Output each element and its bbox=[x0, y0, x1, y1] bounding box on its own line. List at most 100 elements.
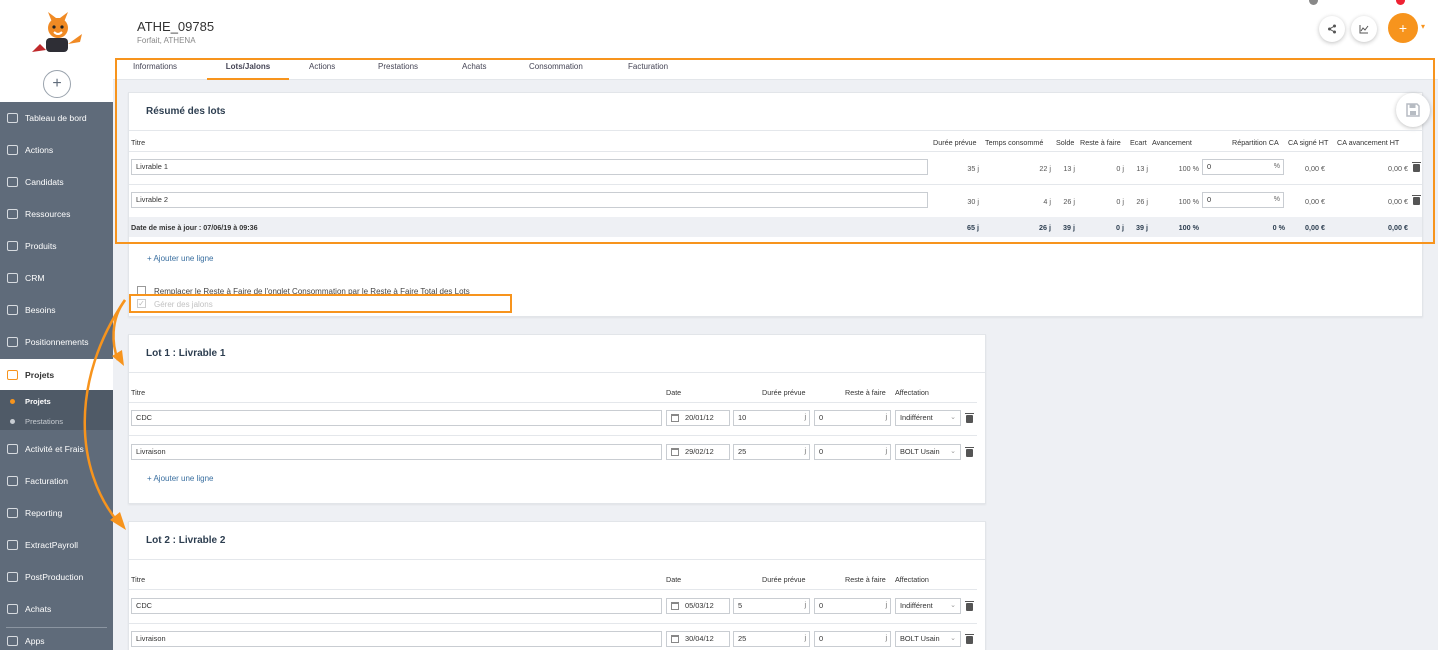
dot-icon bbox=[10, 419, 15, 424]
lot-2-card: Lot 2 : Livrable 2 Titre Date Durée prév… bbox=[128, 521, 986, 650]
temps-consomme-value: 4 j bbox=[1043, 197, 1051, 206]
repartition-input[interactable]: 0% bbox=[1202, 192, 1284, 208]
reste-value: 0 j bbox=[1116, 164, 1124, 173]
share-icon bbox=[1328, 24, 1336, 34]
trash-icon[interactable] bbox=[965, 601, 974, 611]
chevron-down-icon[interactable]: ▾ bbox=[1421, 22, 1425, 31]
trash-icon[interactable] bbox=[1412, 195, 1421, 205]
trash-icon[interactable] bbox=[965, 634, 974, 644]
help-icon[interactable] bbox=[1309, 0, 1318, 5]
jalon-title-input[interactable]: CDC bbox=[131, 410, 662, 426]
repartition-input[interactable]: 0% bbox=[1202, 159, 1284, 175]
reste-input[interactable]: 0j bbox=[814, 444, 891, 460]
col-titre: Titre bbox=[131, 388, 146, 397]
subnav-item-prestations[interactable]: Prestations bbox=[0, 412, 113, 432]
duree-input[interactable]: 25 j bbox=[733, 631, 810, 647]
col-avancement: Avancement bbox=[1152, 138, 1192, 147]
sidebar-item-tableau-de-bord[interactable]: Tableau de bord bbox=[0, 108, 113, 128]
add-button[interactable]: + bbox=[43, 70, 71, 98]
sidebar-item-positionnements[interactable]: Positionnements bbox=[0, 332, 113, 352]
last-update-label: Date de mise à jour : 07/06/19 à 09:36 bbox=[131, 223, 258, 232]
trash-icon[interactable] bbox=[965, 413, 974, 423]
sidebar-item-facturation[interactable]: Facturation bbox=[0, 471, 113, 491]
total-solde: 39 j bbox=[1063, 223, 1075, 232]
lot-title-input[interactable]: Livrable 1 bbox=[131, 159, 928, 175]
lot-title-input[interactable]: Livrable 2 bbox=[131, 192, 928, 208]
manage-jalons-label: Gérer des jalons bbox=[154, 300, 213, 309]
reste-value: 0 j bbox=[1116, 197, 1124, 206]
sidebar-item-produits[interactable]: Produits bbox=[0, 236, 113, 256]
reste-input[interactable]: 0j bbox=[814, 410, 891, 426]
chevron-down-icon: ⌄ bbox=[950, 448, 956, 455]
pin-icon bbox=[7, 337, 18, 347]
add-line-link[interactable]: + Ajouter une ligne bbox=[147, 254, 214, 263]
affectation-select[interactable]: BOLT Usain ⌄ bbox=[895, 631, 961, 647]
replace-raf-checkbox[interactable] bbox=[137, 286, 146, 295]
save-button[interactable] bbox=[1396, 93, 1430, 127]
date-input[interactable]: 29/02/12 bbox=[666, 444, 730, 460]
sidebar-item-besoins[interactable]: Besoins bbox=[0, 300, 113, 320]
duree-input[interactable]: 10 j bbox=[733, 410, 810, 426]
sidebar-item-activite-et-frais[interactable]: Activité et Frais bbox=[0, 439, 113, 459]
stats-button[interactable] bbox=[1351, 16, 1377, 42]
page-subtitle: Forfait, ATHENA bbox=[137, 36, 196, 45]
tab-lots-jalons[interactable]: Lots/Jalons bbox=[207, 58, 289, 80]
col-titre: Titre bbox=[131, 575, 146, 584]
subnav-item-projets[interactable]: Projets bbox=[0, 392, 113, 412]
solde-value: 13 j bbox=[1063, 164, 1075, 173]
ca-signe-value: 0,00 € bbox=[1305, 164, 1325, 173]
projets-subnav: Projets Prestations bbox=[0, 390, 113, 430]
create-button[interactable]: + bbox=[1388, 13, 1418, 43]
sidebar-item-extractpayroll[interactable]: ExtractPayroll bbox=[0, 535, 113, 555]
reste-input[interactable]: 0j bbox=[814, 598, 891, 614]
total-ca-avancement: 0,00 € bbox=[1388, 223, 1408, 232]
calendar-icon bbox=[671, 414, 679, 422]
sidebar-item-candidats[interactable]: Candidats bbox=[0, 172, 113, 192]
col-ca-signe-ht: CA signé HT bbox=[1288, 138, 1329, 147]
affectation-select[interactable]: Indifférent ⌄ bbox=[895, 410, 961, 426]
sidebar-item-achats[interactable]: Achats bbox=[0, 599, 113, 619]
col-duree-prevue: Durée prévue bbox=[762, 388, 806, 397]
notification-icon[interactable] bbox=[1396, 0, 1405, 5]
col-ca-avancement-ht: CA avancement HT bbox=[1337, 138, 1400, 147]
jalon-title-input[interactable]: Livraison bbox=[131, 444, 662, 460]
calendar-icon bbox=[671, 602, 679, 610]
divider bbox=[129, 559, 985, 560]
col-duree-prevue: Durée prévue bbox=[762, 575, 806, 584]
add-line-link[interactable]: + Ajouter une ligne bbox=[147, 474, 214, 483]
sidebar-item-postproduction[interactable]: PostProduction bbox=[0, 567, 113, 587]
trash-icon[interactable] bbox=[965, 447, 974, 457]
tab-achats[interactable]: Achats bbox=[462, 58, 486, 80]
duree-input[interactable]: 5j bbox=[733, 598, 810, 614]
briefcase-icon bbox=[7, 370, 18, 380]
date-input[interactable]: 20/01/12 bbox=[666, 410, 730, 426]
tab-facturation[interactable]: Facturation bbox=[628, 58, 668, 80]
sidebar-item-actions[interactable]: Actions bbox=[0, 140, 113, 160]
sidebar-item-crm[interactable]: CRM bbox=[0, 268, 113, 288]
share-button[interactable] bbox=[1319, 16, 1345, 42]
affectation-select[interactable]: Indifférent ⌄ bbox=[895, 598, 961, 614]
manage-jalons-checkbox[interactable]: ✓ bbox=[137, 299, 146, 308]
affectation-select[interactable]: BOLT Usain ⌄ bbox=[895, 444, 961, 460]
col-repartition-ca: Répartition CA bbox=[1232, 138, 1279, 147]
tab-informations[interactable]: Informations bbox=[133, 58, 177, 80]
reste-input[interactable]: 0j bbox=[814, 631, 891, 647]
sidebar-item-ressources[interactable]: Ressources bbox=[0, 204, 113, 224]
tab-prestations[interactable]: Prestations bbox=[378, 58, 418, 80]
jalon-title-input[interactable]: Livraison bbox=[131, 631, 662, 647]
duree-input[interactable]: 25 j bbox=[733, 444, 810, 460]
sidebar-item-projets[interactable]: Projets bbox=[0, 359, 113, 391]
sidebar-item-reporting[interactable]: Reporting bbox=[0, 503, 113, 523]
tab-consommation[interactable]: Consommation bbox=[529, 58, 583, 80]
date-input[interactable]: 05/03/12 bbox=[666, 598, 730, 614]
date-input[interactable]: 30/04/12 bbox=[666, 631, 730, 647]
calendar-icon bbox=[671, 448, 679, 456]
sidebar-item-apps[interactable]: Apps bbox=[0, 631, 113, 650]
col-solde: Solde bbox=[1056, 138, 1075, 147]
tab-actions[interactable]: Actions bbox=[309, 58, 335, 80]
totals-row: Date de mise à jour : 07/06/19 à 09:36 6… bbox=[129, 217, 1422, 237]
trash-icon[interactable] bbox=[1412, 162, 1421, 172]
invoice-icon bbox=[7, 476, 18, 486]
jalon-title-input[interactable]: CDC bbox=[131, 598, 662, 614]
solde-value: 26 j bbox=[1063, 197, 1075, 206]
